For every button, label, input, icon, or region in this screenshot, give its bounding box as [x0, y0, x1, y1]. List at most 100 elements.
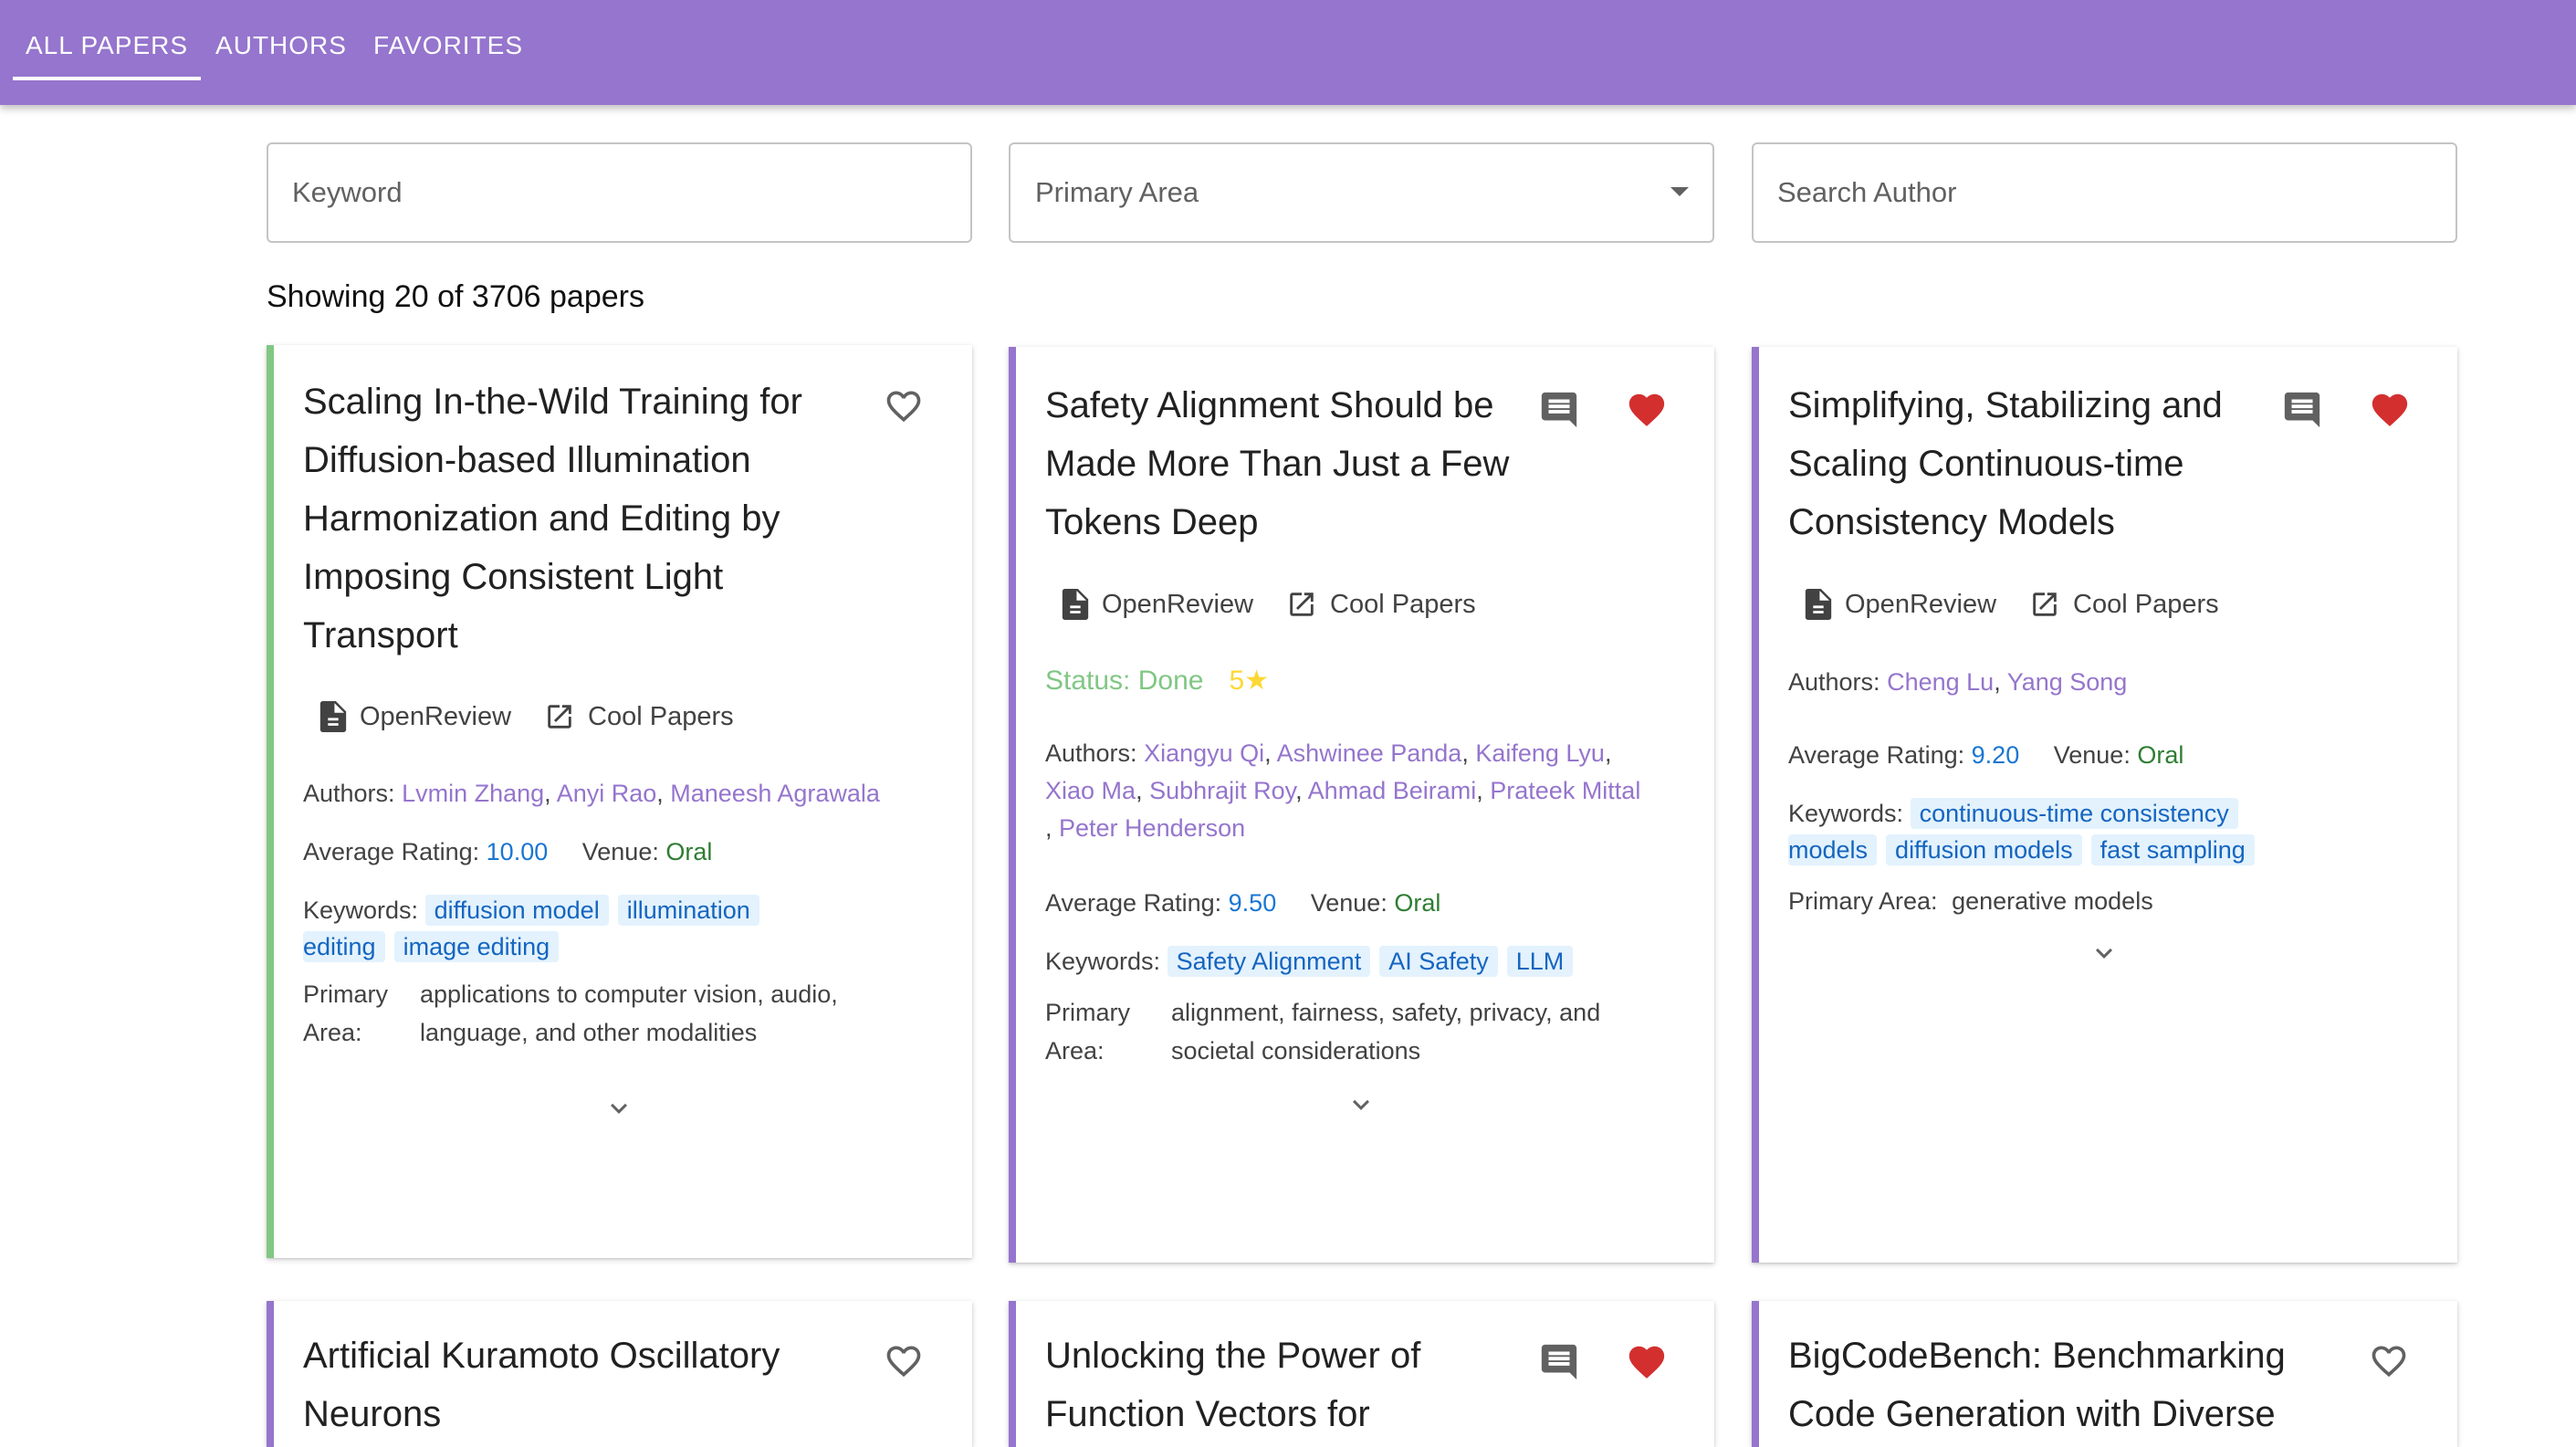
author-link[interactable]: Yang Song	[2007, 668, 2128, 696]
openreview-link[interactable]: OpenReview	[1062, 589, 1253, 620]
keywords-label: Keywords:	[1788, 800, 1904, 827]
average-rating-label: Average Rating:	[303, 838, 480, 865]
openreview-link[interactable]: OpenReview	[1805, 589, 1996, 620]
status-text: Status: Done	[1045, 666, 1204, 696]
comment-button[interactable]	[1538, 1341, 1580, 1388]
keywords-row: Keywords: diffusion model illumination	[303, 891, 769, 929]
heart-outline-icon	[886, 391, 921, 423]
status-row: Status: Done 5★	[1045, 665, 1269, 697]
rating-venue-row: Average Rating: 9.20 Venue: Oral	[1788, 736, 2183, 774]
keyword-chip[interactable]: illumination	[617, 895, 759, 926]
keyword-chip[interactable]: AI Safety	[1379, 946, 1498, 977]
title-line: Safety Alignment Should be	[1045, 385, 1494, 425]
comment-button[interactable]	[2281, 389, 2323, 435]
card-accent-bar	[1752, 347, 1759, 1263]
favorite-button[interactable]	[2369, 1341, 2409, 1386]
keyword-chip[interactable]: LLM	[1506, 946, 1574, 977]
paper-card: BigCodeBench: Benchmarking Code Generati…	[1752, 1301, 2457, 1447]
title-line: Artificial Kuramoto Oscillatory	[303, 1336, 780, 1376]
star-rating: 5★	[1229, 666, 1270, 696]
title-line: Unlocking the Power of	[1045, 1336, 1421, 1376]
cool-papers-link[interactable]: Cool Papers	[1286, 589, 1476, 620]
average-rating-label: Average Rating:	[1045, 889, 1222, 917]
author-link[interactable]: Lvmin Zhang	[402, 780, 544, 807]
author-link[interactable]: Xiangyu Qi	[1144, 739, 1264, 767]
expand-button[interactable]	[2088, 937, 2120, 974]
cool-papers-link[interactable]: Cool Papers	[2029, 589, 2219, 620]
keyword-chip[interactable]: Safety Alignment	[1167, 946, 1371, 977]
keyword-chip[interactable]: models	[1788, 834, 1878, 865]
primary-area-value: generative models	[1952, 887, 2153, 915]
card-accent-bar	[1752, 1301, 1759, 1447]
cool-papers-label: Cool Papers	[2073, 589, 2219, 619]
external-link-icon	[2033, 592, 2057, 616]
keywords-label: Keywords:	[1045, 948, 1161, 975]
document-icon	[1062, 589, 1089, 620]
paper-links: OpenReview Cool Papers	[319, 701, 767, 732]
keyword-chip[interactable]: editing	[303, 931, 385, 962]
author-link[interactable]: Ahmad Beirami	[1308, 777, 1477, 804]
author-link[interactable]: Subhrajit Roy	[1149, 777, 1295, 804]
heart-filled-icon	[1628, 393, 1665, 426]
tab-favorites[interactable]: FAVORITES	[365, 0, 531, 105]
keyword-chip[interactable]: image editing	[393, 931, 560, 962]
favorite-button[interactable]	[1626, 1341, 1668, 1388]
keyword-chip[interactable]: fast sampling	[2090, 834, 2255, 865]
keyword-input[interactable]	[268, 144, 970, 241]
heart-filled-icon	[2372, 393, 2408, 426]
tab-all-papers[interactable]: ALL PAPERS	[13, 0, 201, 105]
expand-button[interactable]	[1345, 1088, 1377, 1126]
author-link[interactable]: Ashwinee Panda	[1277, 739, 1462, 767]
keyword-chip[interactable]: diffusion models	[1886, 834, 2082, 865]
area-label-line: Area:	[1045, 1037, 1105, 1064]
keyword-chip[interactable]: continuous-time consistency	[1910, 798, 2238, 829]
venue-value: Oral	[665, 838, 713, 865]
openreview-link[interactable]: OpenReview	[319, 701, 511, 732]
dropdown-arrow-icon	[1670, 187, 1689, 196]
external-link-icon	[548, 705, 571, 729]
primary-area-value: alignment, fairness, safety, privacy, an…	[1171, 993, 1600, 1070]
favorite-button[interactable]	[1626, 389, 1668, 435]
author-search-input[interactable]	[1754, 144, 2456, 241]
primary-area-line: societal considerations	[1171, 1037, 1421, 1064]
favorite-button[interactable]	[884, 1341, 924, 1386]
author-link[interactable]: Xiao Ma	[1045, 777, 1136, 804]
comment-button[interactable]	[1538, 389, 1580, 435]
author-link[interactable]: Kaifeng Lyu	[1475, 739, 1605, 767]
venue-value: Oral	[1394, 889, 1441, 917]
author-link[interactable]: Peter Henderson	[1059, 814, 1245, 842]
primary-area-label: Primary Area:	[1045, 993, 1130, 1070]
rating-venue-row: Average Rating: 9.50 Venue: Oral	[1045, 884, 1440, 922]
title-line: BigCodeBench: Benchmarking	[1788, 1336, 2286, 1376]
cool-papers-link[interactable]: Cool Papers	[544, 701, 734, 732]
favorite-button[interactable]	[2369, 389, 2411, 435]
author-link[interactable]: Maneesh Agrawala	[670, 780, 880, 807]
heart-outline-icon	[886, 1346, 921, 1378]
paper-card: Simplifying, Stabilizing and Scaling Con…	[1752, 347, 2457, 1263]
document-icon	[1805, 589, 1832, 620]
title-line: Imposing Consistent Light	[303, 557, 724, 597]
author-link[interactable]: Prateek Mittal	[1490, 777, 1640, 804]
keyword-chip[interactable]: diffusion model	[424, 895, 609, 926]
authors-row: Authors: Cheng Lu, Yang Song	[1788, 668, 2128, 696]
favorite-button[interactable]	[884, 386, 924, 431]
primary-area-label: Primary Area:	[303, 975, 388, 1052]
keywords-label: Keywords:	[303, 897, 419, 924]
area-label-line: Area:	[303, 1019, 362, 1046]
keywords-row: Keywords: Safety Alignment AI Safety LLM	[1045, 942, 1582, 980]
openreview-label: OpenReview	[360, 701, 512, 731]
venue-label: Venue:	[2053, 741, 2131, 769]
tab-authors[interactable]: AUTHORS	[208, 0, 354, 105]
expand-button[interactable]	[602, 1092, 635, 1129]
comment-icon	[1541, 392, 1577, 428]
paper-card: Safety Alignment Should be Made More Tha…	[1009, 347, 1714, 1263]
primary-area-select[interactable]: Primary Area	[1009, 142, 1714, 243]
title-line: Scaling In-the-Wild Training for	[303, 382, 802, 422]
author-link[interactable]: Cheng Lu	[1887, 668, 1994, 696]
authors-row-cont: , Peter Henderson	[1045, 814, 1246, 842]
title-line: Tokens Deep	[1045, 502, 1259, 542]
paper-title: Safety Alignment Should be Made More Tha…	[1045, 376, 1556, 551]
average-rating-label: Average Rating:	[1788, 741, 1965, 769]
author-link[interactable]: Anyi Rao	[557, 780, 657, 807]
keyword-field	[267, 142, 972, 243]
